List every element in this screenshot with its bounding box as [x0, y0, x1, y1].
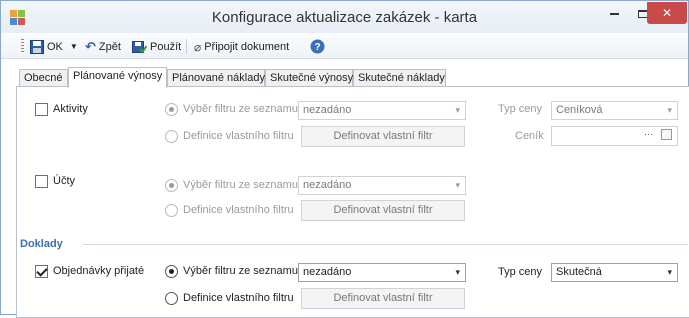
- aktivity-radio-list[interactable]: [165, 103, 178, 116]
- toolbar-separator: [186, 39, 187, 54]
- attach-document-button[interactable]: ⌀ Připojit dokument: [194, 38, 289, 55]
- dialog-window: Konfigurace aktualizace zakázek - karta …: [0, 0, 689, 318]
- ok-dropdown-icon: ▼: [69, 42, 78, 51]
- objednavky-prijate-checkbox[interactable]: [35, 265, 48, 278]
- back-label: Zpět: [98, 40, 121, 53]
- save-icon: [30, 39, 44, 54]
- ok-label: OK: [47, 40, 63, 53]
- aktivity-filter-value: nezadáno: [303, 104, 352, 116]
- tab-skutecne-naklady[interactable]: Skutečné náklady: [353, 69, 446, 87]
- doklady-define-filter-button[interactable]: Definovat vlastní filtr: [301, 288, 465, 309]
- aktivity-pricelist-field[interactable]: [551, 126, 678, 146]
- aktivity-radio-custom[interactable]: [165, 130, 178, 143]
- aktivity-radio-list-label: Výběr filtru ze seznamu: [183, 103, 298, 115]
- objednavky-prijate-label: Objednávky přijaté: [53, 265, 145, 277]
- window-title: Konfigurace aktualizace zakázek - karta: [211, 9, 478, 26]
- apply-label: Použít: [150, 40, 182, 53]
- calendar-icon[interactable]: [661, 129, 672, 140]
- ucty-radio-list-label: Výběr filtru ze seznamu: [183, 179, 298, 191]
- ucty-radio-custom[interactable]: [165, 204, 178, 217]
- close-button[interactable]: ✕: [647, 2, 687, 24]
- tab-skutecne-vynosy[interactable]: Skutečné výnosy: [265, 69, 353, 87]
- chevron-down-icon: ▾: [455, 105, 460, 115]
- help-icon: ?: [310, 39, 325, 54]
- doklady-filter-value: nezadáno: [303, 266, 352, 278]
- paperclip-icon: ⌀: [194, 39, 202, 54]
- doklady-price-type-select[interactable]: Skutečná ▾: [551, 263, 678, 282]
- aktivity-pricelist-label: Ceník: [515, 130, 544, 142]
- ucty-radio-custom-label: Definice vlastního filtru: [183, 204, 294, 216]
- aktivity-radio-custom-label: Definice vlastního filtru: [183, 130, 294, 142]
- chevron-down-icon: ▾: [455, 180, 460, 190]
- ucty-checkbox[interactable]: [35, 175, 48, 188]
- toolbar-grip[interactable]: [21, 39, 24, 54]
- ok-button[interactable]: OK ▼: [30, 38, 78, 55]
- tab-planovane-vynosy[interactable]: Plánované výnosy: [68, 67, 167, 88]
- ucty-filter-value: nezadáno: [303, 179, 352, 191]
- tab-obecne[interactable]: Obecné: [19, 69, 68, 87]
- doklady-section-title: Doklady: [20, 238, 63, 250]
- chevron-down-icon: ▾: [455, 267, 460, 277]
- aktivity-define-filter-button[interactable]: Definovat vlastní filtr: [301, 126, 465, 147]
- section-divider: [83, 244, 688, 245]
- ucty-radio-list[interactable]: [165, 179, 178, 192]
- ellipsis-icon[interactable]: ···: [644, 129, 653, 139]
- tab-planovane-naklady[interactable]: Plánované náklady: [167, 69, 265, 87]
- aktivity-checkbox[interactable]: [35, 103, 48, 116]
- svg-text:?: ?: [314, 42, 320, 53]
- ucty-label: Účty: [53, 175, 75, 187]
- doklady-radio-list-label: Výběr filtru ze seznamu: [183, 265, 298, 277]
- aktivity-price-type-select[interactable]: Ceníková ▾: [551, 101, 678, 120]
- apply-button[interactable]: Použít: [132, 38, 181, 55]
- ucty-define-filter-button[interactable]: Definovat vlastní filtr: [301, 200, 465, 221]
- minimize-icon: [610, 12, 619, 15]
- apply-icon: [132, 40, 147, 54]
- attach-label: Připojit dokument: [204, 40, 290, 53]
- doklady-radio-custom-label: Definice vlastního filtru: [183, 292, 294, 304]
- aktivity-price-type-label: Typ ceny: [498, 103, 543, 115]
- doklady-radio-list[interactable]: [165, 265, 178, 278]
- doklady-filter-select[interactable]: nezadáno ▾: [298, 263, 466, 282]
- aktivity-label: Aktivity: [53, 103, 88, 115]
- toolbar: OK ▼ ↶ Zpět Použít ⌀ Připojit dokument ?: [1, 33, 688, 59]
- doklady-radio-custom[interactable]: [165, 292, 178, 305]
- chevron-down-icon: ▾: [667, 267, 672, 277]
- aktivity-filter-select[interactable]: nezadáno ▾: [298, 101, 466, 120]
- ucty-filter-select[interactable]: nezadáno ▾: [298, 176, 466, 195]
- aktivity-price-type-value: Ceníková: [556, 104, 603, 116]
- maximize-icon: [637, 9, 648, 18]
- minimize-button[interactable]: [601, 2, 628, 24]
- undo-icon: ↶: [85, 38, 96, 54]
- back-button[interactable]: ↶ Zpět: [85, 38, 121, 55]
- doklady-price-type-value: Skutečná: [556, 266, 602, 278]
- title-bar: Konfigurace aktualizace zakázek - karta …: [1, 1, 688, 33]
- close-icon: ✕: [661, 6, 673, 20]
- help-button[interactable]: ?: [310, 38, 325, 55]
- doklady-price-type-label: Typ ceny: [498, 266, 543, 278]
- chevron-down-icon: ▾: [667, 105, 672, 115]
